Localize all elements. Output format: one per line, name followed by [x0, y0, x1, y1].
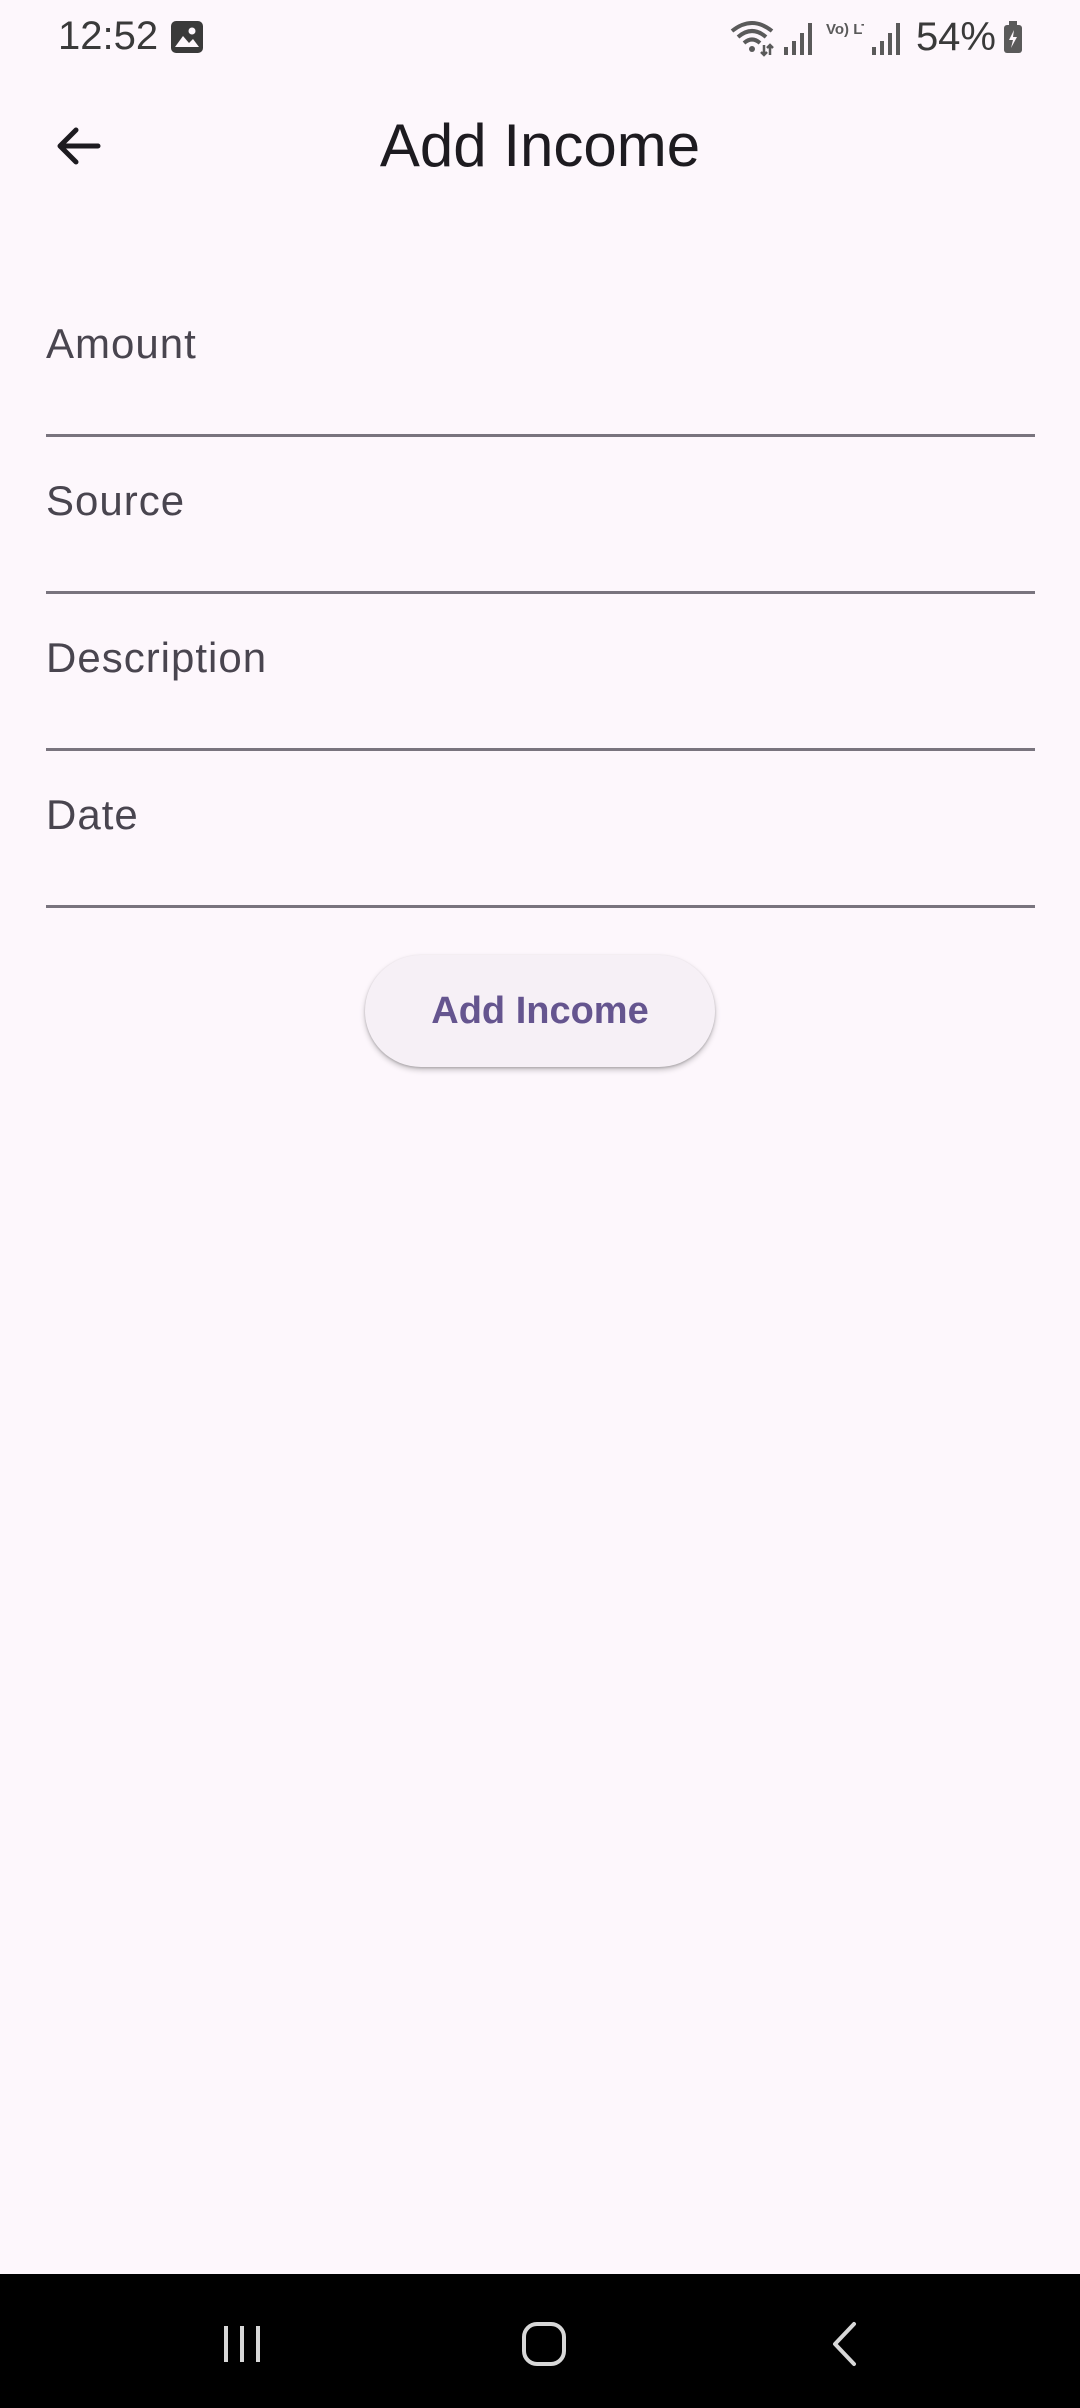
date-field[interactable]: Date [46, 751, 1035, 908]
description-field[interactable]: Description [46, 594, 1035, 751]
source-field[interactable]: Source [46, 437, 1035, 594]
add-income-button[interactable]: Add Income [365, 955, 715, 1067]
status-icons: Vo) LTE2 54% [728, 12, 1024, 62]
system-nav-bar [0, 2274, 1080, 2408]
income-form: Amount Source Description Date [46, 280, 1035, 908]
back-icon [833, 2322, 856, 2366]
status-time: 12:52 [58, 14, 159, 58]
recent-apps-button[interactable] [182, 2294, 302, 2394]
source-label: Source [46, 477, 186, 524]
battery-percentage: 54% [915, 15, 996, 59]
wifi-icon [730, 21, 774, 57]
home-icon [522, 2322, 566, 2366]
app-bar: Add Income [0, 76, 1080, 212]
date-label: Date [46, 791, 139, 838]
status-bar: 12:52 Vo) LTE2 54% [0, 0, 1080, 76]
gallery-icon [171, 21, 203, 53]
amount-field[interactable]: Amount [46, 280, 1035, 437]
page-title: Add Income [379, 112, 701, 179]
volte-icon: Vo) LTE2 [826, 21, 864, 38]
svg-text:Vo) LTE2: Vo) LTE2 [826, 21, 864, 38]
signal-icon [871, 23, 900, 55]
nav-back-button[interactable] [786, 2294, 906, 2394]
amount-label: Amount [46, 320, 197, 367]
battery-icon [1004, 21, 1022, 53]
description-label: Description [46, 634, 268, 681]
date-underline [46, 905, 1035, 908]
recent-apps-icon [224, 2326, 260, 2362]
signal-icon [783, 23, 812, 55]
home-button[interactable] [484, 2294, 604, 2394]
